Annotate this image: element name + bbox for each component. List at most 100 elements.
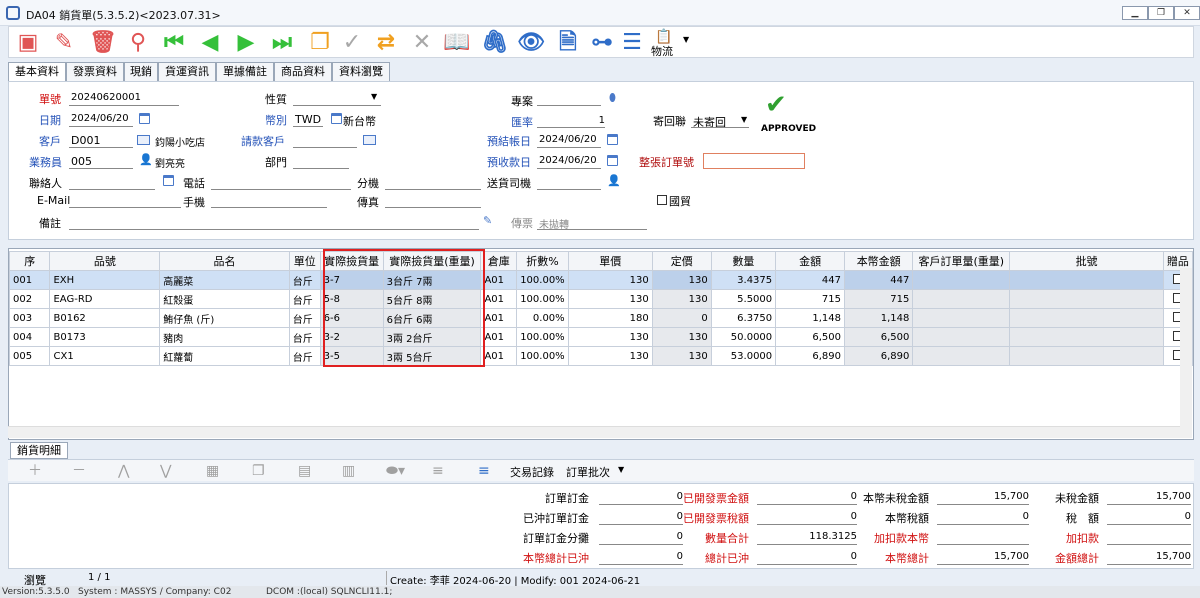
grid-cell-qty[interactable]: 53.0000 <box>710 346 777 366</box>
grid-cell-wh[interactable]: A01 <box>480 308 518 328</box>
grid-cell-price[interactable]: 130 <box>567 327 653 347</box>
grid-header-cell[interactable]: 金額 <box>775 251 845 271</box>
delete-icon[interactable]: 🗑 <box>89 30 117 56</box>
grid-cell-pickw[interactable]: 3兩 5台斤 <box>382 346 482 366</box>
grid-header-cell[interactable]: 定價 <box>651 251 712 271</box>
edit-icon[interactable]: ✎ <box>51 30 77 56</box>
grid-cell-amt[interactable]: 6,500 <box>775 327 845 347</box>
tag-icon[interactable]: ⬬▾ <box>386 462 405 480</box>
grid-cell-pick[interactable]: 5-8 <box>319 289 384 309</box>
grid-cell-price[interactable]: 130 <box>567 346 653 366</box>
grid-cell-lamt[interactable]: 447 <box>843 270 914 290</box>
grid-cell-name[interactable]: 鮪仔魚 (斤) <box>159 308 290 328</box>
grid-cell-list[interactable]: 130 <box>651 289 712 309</box>
tab-invoice[interactable]: 發票資料 <box>66 62 124 82</box>
new-icon[interactable]: ▣ <box>15 30 41 56</box>
grid-cell-seq[interactable]: 005 <box>9 346 51 366</box>
grid-cell-empty[interactable] <box>1009 308 1164 328</box>
grid-cell-unit[interactable]: 台斤 <box>288 308 321 328</box>
grid-cell-pickw[interactable]: 5台斤 8兩 <box>382 289 482 309</box>
grid-cell-qty[interactable]: 5.5000 <box>710 289 777 309</box>
view-icon[interactable]: 👁 <box>517 30 545 56</box>
table-row[interactable]: 001 EXH 高麗菜 台斤 3-7 3台斤 7兩 A01 100.00% 130 130 3.43… <box>9 270 1193 290</box>
transaction-record-button[interactable]: 交易記錄 <box>510 464 554 480</box>
grid-cell-seq[interactable]: 003 <box>9 308 51 328</box>
grid-header-cell[interactable]: 客戶訂單量(重量) <box>912 251 1011 271</box>
grid-cell-empty[interactable] <box>1009 270 1164 290</box>
receipt-calendar-icon[interactable] <box>607 155 618 166</box>
grid-cell-wh[interactable]: A01 <box>480 346 518 366</box>
customer-card-icon[interactable] <box>137 135 150 145</box>
menu-icon[interactable]: ☰ <box>619 30 645 56</box>
order-batch-dropdown-icon[interactable]: ▼ <box>618 465 624 474</box>
grid-cell-name[interactable]: 紅殼蛋 <box>159 289 290 309</box>
grid-cell-empty[interactable] <box>1009 289 1164 309</box>
grid-cell-pickw[interactable]: 6台斤 6兩 <box>382 308 482 328</box>
grid-cell-lamt[interactable]: 715 <box>843 289 914 309</box>
customer-code-field[interactable]: D001 <box>71 134 100 147</box>
salesperson-code-field[interactable]: 005 <box>71 155 92 168</box>
close-button[interactable]: ✕ <box>1174 6 1200 20</box>
tab-browse[interactable]: 資料瀏覽 <box>332 62 390 82</box>
grid-header-cell[interactable]: 品名 <box>159 251 290 271</box>
grid-header-cell[interactable]: 本幣金額 <box>843 251 914 271</box>
prev-record-icon[interactable]: ◀ <box>197 30 223 56</box>
grid-cell-pick[interactable]: 3-7 <box>319 270 384 290</box>
grid-cell-empty[interactable] <box>912 308 1011 328</box>
grid-cell-name[interactable]: 豬肉 <box>159 327 290 347</box>
tab-basic[interactable]: 基本資料 <box>8 62 66 82</box>
next-record-icon[interactable]: ▶ <box>233 30 259 56</box>
tab-shipping[interactable]: 貨運資訊 <box>158 62 216 82</box>
grid-cell-price[interactable]: 130 <box>567 289 653 309</box>
logistics-label[interactable]: 物流 <box>651 43 673 59</box>
grid-cell-seq[interactable]: 004 <box>9 327 51 347</box>
grid-cell-lamt[interactable]: 6,500 <box>843 327 914 347</box>
grid-cell-qty[interactable]: 6.3750 <box>710 308 777 328</box>
grid-cell-empty[interactable] <box>912 346 1011 366</box>
grid-cell-seq[interactable]: 001 <box>9 270 51 290</box>
records-menu-icon[interactable]: ≡ <box>478 462 490 480</box>
grid-cell-unit[interactable]: 台斤 <box>288 270 321 290</box>
tab-products[interactable]: 商品資料 <box>274 62 332 82</box>
grid-cell-price[interactable]: 180 <box>567 308 653 328</box>
grid-cell-list[interactable]: 130 <box>651 270 712 290</box>
grid-cell-disc[interactable]: 100.00% <box>516 289 569 309</box>
grid-cell-pick[interactable]: 6-6 <box>319 308 384 328</box>
horizontal-scrollbar[interactable] <box>8 426 1180 438</box>
grid-cell-code[interactable]: CX1 <box>49 346 161 366</box>
chevron-down-icon[interactable]: ▼ <box>683 35 689 44</box>
vertical-scrollbar[interactable] <box>1180 268 1192 438</box>
grid-cell-pick[interactable]: 3-2 <box>319 327 384 347</box>
grid-cell-wh[interactable]: A01 <box>480 289 518 309</box>
grid-cell-name[interactable]: 紅蘿蔔 <box>159 346 290 366</box>
date-field[interactable]: 2024/06/20 <box>71 113 129 124</box>
rate-field[interactable]: 1 <box>569 115 605 126</box>
move-down-icon[interactable]: ⋁ <box>160 462 171 480</box>
table-row[interactable]: 003 B0162 鮪仔魚 (斤) 台斤 6-6 6台斤 6兩 A01 0.00% 180 0 6.… <box>9 308 1193 328</box>
currency-code-field[interactable]: TWD <box>295 113 321 126</box>
table-row[interactable]: 005 CX1 紅蘿蔔 台斤 3-5 3兩 5台斤 A01 100.00% 130 130 53.0… <box>9 346 1193 366</box>
grid-cell-amt[interactable]: 1,148 <box>775 308 845 328</box>
grid-cell-list[interactable]: 0 <box>651 308 712 328</box>
grid-cell-list[interactable]: 130 <box>651 327 712 347</box>
nature-dropdown-icon[interactable]: ▼ <box>371 92 377 101</box>
grid-header-cell[interactable]: 倉庫 <box>480 251 518 271</box>
first-record-icon[interactable]: ⏮ <box>161 30 187 56</box>
grid-header-cell[interactable]: 折數% <box>516 251 569 271</box>
grid-header-cell[interactable]: 數量 <box>710 251 777 271</box>
transfer-icon[interactable]: ⇄ <box>373 30 399 56</box>
grid-cell-code[interactable]: EAG-RD <box>49 289 161 309</box>
search-icon[interactable]: ⚲ <box>125 30 151 56</box>
order-no-field[interactable]: 20240620001 <box>71 92 141 103</box>
tab-sales-detail[interactable]: 銷貨明細 <box>10 442 68 459</box>
table-row[interactable]: 004 B0173 豬肉 台斤 3-2 3兩 2台斤 A01 100.00% 130 130 50.… <box>9 327 1193 347</box>
driver-icon[interactable]: 👤 <box>607 175 621 187</box>
order-batch-button[interactable]: 訂單批次 <box>566 464 610 480</box>
grid-cell-price[interactable]: 130 <box>567 270 653 290</box>
grid-header-cell[interactable]: 實際撿貨量 <box>319 251 384 271</box>
doc-icon[interactable]: ▤ <box>298 462 311 480</box>
grid-cell-name[interactable]: 高麗菜 <box>159 270 290 290</box>
project-tag-icon[interactable]: ⬮ <box>609 92 621 104</box>
trade-checkbox[interactable] <box>657 195 667 205</box>
grid-header-cell[interactable]: 實際撿貨量(重量) <box>382 251 482 271</box>
